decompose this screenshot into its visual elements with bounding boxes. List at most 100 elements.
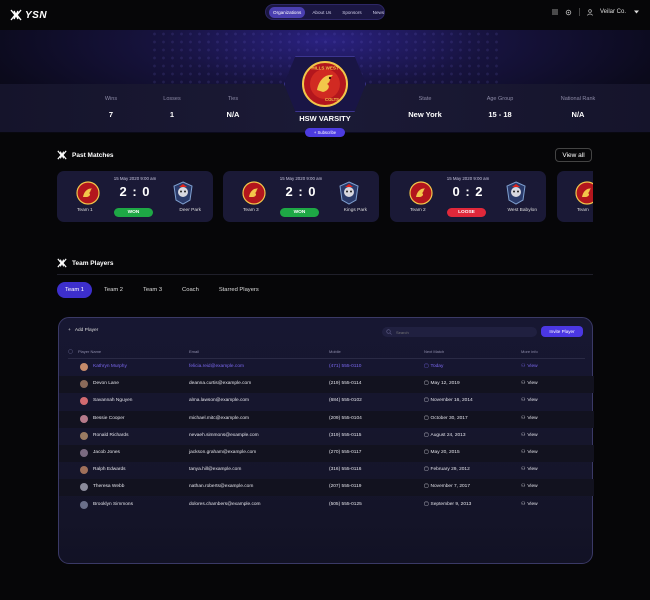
- table-row[interactable]: Savannah Nguyen alma.lawson@example.com (6…: [59, 393, 594, 410]
- tab-coach[interactable]: Coach: [174, 282, 207, 298]
- player-name[interactable]: Savannah Nguyen: [93, 398, 132, 403]
- view-link[interactable]: ⚇ View: [521, 450, 538, 455]
- opponent-crest-icon: [506, 181, 526, 205]
- stat-value: 1: [169, 110, 175, 119]
- nav-item-sponsors[interactable]: Sponsors: [338, 7, 365, 18]
- team-b-name: Deer Park: [179, 208, 201, 213]
- add-player-button[interactable]: + Add Player: [68, 328, 98, 333]
- column-header[interactable]: Mobile: [329, 349, 341, 354]
- table-row[interactable]: Ronald Richards nevaeh.simmons@example.co…: [59, 428, 594, 445]
- table-row[interactable]: Kathryn Murphy felicia.reid@example.com (4…: [59, 359, 594, 376]
- stat-label: National Rank: [560, 96, 596, 102]
- tab-team-3[interactable]: Team 3: [135, 282, 170, 298]
- view-link[interactable]: ⚇ View: [521, 381, 538, 386]
- view-label: View: [527, 501, 538, 507]
- team-a-name: Team 1: [77, 208, 93, 213]
- menu-icon[interactable]: [551, 8, 559, 16]
- view-label: View: [527, 450, 538, 455]
- player-name[interactable]: Theresa Webb: [93, 484, 124, 489]
- player-mobile: (207) 555-0119: [329, 484, 362, 490]
- chevron-down-icon[interactable]: [632, 8, 640, 16]
- nav-item-organizations[interactable]: Organizations: [269, 6, 306, 18]
- player-name[interactable]: Bessie Cooper: [93, 416, 124, 421]
- table-row[interactable]: Theresa Webb nathan.roberts@example.com (2…: [59, 479, 594, 497]
- avatar: [80, 500, 88, 509]
- column-header[interactable]: Player Name: [78, 349, 101, 354]
- stat-value: N/A: [226, 110, 240, 119]
- calendar-icon: ▢: [424, 432, 429, 438]
- nav-item-news[interactable]: News: [369, 7, 389, 18]
- table-row[interactable]: Brooklyn Simmons dolores.chambers@example…: [59, 497, 594, 514]
- team-logo-frame: HILLS WEST COLTS: [284, 56, 366, 112]
- calendar-icon: ▢: [424, 364, 429, 369]
- main-nav: Organizations About Us Sponsors News: [265, 4, 385, 20]
- table-row[interactable]: Ralph Edwards tanya.hill@example.com (316)…: [59, 462, 594, 479]
- column-header[interactable]: Next Match: [424, 349, 444, 354]
- player-name[interactable]: Jacob Jones: [93, 450, 120, 455]
- view-link[interactable]: ⚇ View: [521, 364, 538, 369]
- calendar-icon: ▢: [424, 381, 429, 387]
- users-icon: ⚇: [521, 432, 526, 438]
- table-row[interactable]: Jacob Jones jackson.graham@example.com (27…: [59, 445, 594, 462]
- settings-icon[interactable]: [565, 8, 573, 16]
- table-row[interactable]: Devon Lane deanna.curtis@example.com (219)…: [59, 376, 594, 394]
- add-player-label: Add Player: [74, 328, 99, 333]
- view-label: View: [527, 415, 538, 421]
- player-tabs: Team 1 Team 2 Team 3 Coach Starred Playe…: [57, 282, 267, 298]
- next-match-date: November 7, 2017: [430, 484, 471, 490]
- tab-team-2[interactable]: Team 2: [96, 282, 131, 298]
- opponent-crest-icon: [173, 181, 193, 205]
- view-label: View: [527, 484, 538, 490]
- match-card[interactable]: 15 May 2020 9:00 am 2 : 0 Team 3 WON Kin…: [223, 171, 379, 222]
- player-name[interactable]: Ronald Richards: [93, 433, 128, 438]
- tab-starred-players[interactable]: Starred Players: [211, 282, 267, 298]
- match-card[interactable]: 15 May 2020 9:00 am 0 : 2 Team 2 LOOSE W…: [390, 171, 546, 222]
- user-name[interactable]: Veilar Co.: [600, 9, 626, 15]
- view-link[interactable]: ⚇ View: [521, 398, 538, 403]
- avatar: [80, 397, 88, 406]
- next-match: ▢ August 24, 2013: [424, 433, 466, 438]
- player-name[interactable]: Brooklyn Simmons: [93, 502, 133, 507]
- next-match: ▢ May 12, 2019: [424, 381, 460, 386]
- view-label: View: [527, 432, 538, 438]
- nav-item-about-us[interactable]: About Us: [308, 7, 335, 18]
- view-link[interactable]: ⚇ View: [521, 433, 538, 438]
- users-icon: ⚇: [521, 398, 526, 404]
- player-name[interactable]: Kathryn Murphy: [93, 364, 127, 369]
- avatar: [80, 466, 88, 475]
- svg-text:HILLS WEST: HILLS WEST: [311, 66, 338, 71]
- calendar-icon: ▢: [424, 450, 429, 455]
- search-icon: [386, 329, 392, 335]
- match-card[interactable]: Team: [557, 171, 593, 222]
- subscribe-button[interactable]: + Subscribe: [305, 128, 345, 137]
- stat-national-rank: National Rank N/A: [543, 96, 613, 119]
- brand-logo[interactable]: YSN: [10, 9, 47, 21]
- past-matches-list: 15 May 2020 9:00 am 2 : 0 Team 1 WON Dee…: [57, 171, 593, 223]
- player-name[interactable]: Ralph Edwards: [93, 467, 126, 472]
- brand-name: YSN: [25, 9, 48, 21]
- view-link[interactable]: ⚇ View: [521, 416, 538, 421]
- search-input[interactable]: [382, 327, 537, 337]
- invite-player-button[interactable]: Invite Player: [541, 326, 583, 337]
- view-link[interactable]: ⚇ View: [521, 502, 538, 507]
- team-b-name: West Babylon: [507, 208, 537, 213]
- view-link[interactable]: ⚇ View: [521, 484, 538, 489]
- player-name[interactable]: Devon Lane: [93, 381, 119, 386]
- view-all-button[interactable]: View all: [555, 148, 592, 162]
- next-match: ▢ September 9, 2013: [424, 502, 471, 507]
- table-row[interactable]: Bessie Cooper michael.mitc@example.com (20…: [59, 410, 594, 428]
- match-card[interactable]: 15 May 2020 9:00 am 2 : 0 Team 1 WON Dee…: [57, 171, 213, 222]
- brand-logo-icon: [57, 258, 67, 268]
- column-header[interactable]: More info: [521, 349, 538, 354]
- stat-value: N/A: [571, 110, 585, 119]
- users-icon: ⚇: [521, 501, 526, 507]
- tab-team-1[interactable]: Team 1: [57, 282, 93, 298]
- view-label: View: [527, 381, 538, 387]
- player-email: nevaeh.simmons@example.com: [189, 432, 259, 438]
- section-title: Past Matches: [72, 151, 114, 159]
- users-icon: ⚇: [521, 484, 526, 490]
- column-header[interactable]: Email: [189, 349, 199, 354]
- past-matches-header: Past Matches: [57, 150, 114, 160]
- select-all-checkbox[interactable]: [68, 349, 73, 355]
- view-link[interactable]: ⚇ View: [521, 467, 538, 472]
